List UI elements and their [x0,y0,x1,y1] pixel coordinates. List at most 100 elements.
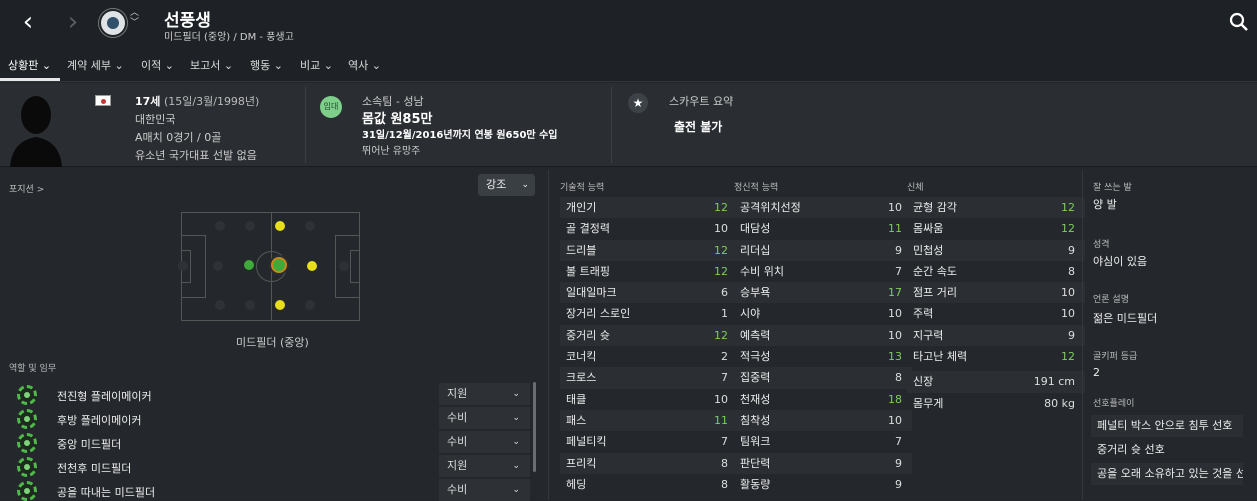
position-dot[interactable] [339,261,349,271]
physical-attr-row[interactable]: 지구력 9 [907,324,1085,347]
attr-name: 예측력 [740,328,771,342]
position-dot[interactable] [245,300,255,310]
attr-name: 일대일마크 [566,286,617,300]
technical-attr-row[interactable]: 일대일마크 6 [560,282,738,304]
player-subtitle[interactable]: 미드필더 (중앙) / DM - 풍생고 [164,28,294,43]
role-name[interactable]: 전천후 미드필더 [57,460,131,476]
attr-value: 8 [721,456,728,470]
duty-value: 지원 [447,459,468,472]
technical-attr-row[interactable]: 볼 트래핑 12 [560,261,738,282]
duty-select[interactable]: 수비 ⌄ [439,431,530,453]
technical-attributes: 개인기 12 골 결정력 10 드리블 12 볼 트래핑 12 일대일마크 6 장거리 스로인 1 중거… [560,197,738,495]
technical-attr-row[interactable]: 헤딩 8 [560,474,738,495]
technical-attr-row[interactable]: 페널티킥 7 [560,431,738,452]
mental-attr-row[interactable]: 공격위치선정 10 [734,197,912,219]
position-dot-natural[interactable] [275,300,285,310]
position-dot-accomplished[interactable] [244,260,254,270]
technical-attr-row[interactable]: 개인기 12 [560,197,738,219]
roles-scrollbar[interactable] [533,382,536,472]
technical-attr-row[interactable]: 태클 10 [560,389,738,410]
mental-attr-row[interactable]: 예측력 10 [734,324,912,347]
highlight-dropdown[interactable]: 강조 ⌄ [478,174,535,196]
korea-flag-icon [95,95,111,106]
role-name[interactable]: 후방 플레이메이커 [57,412,141,428]
position-dot-natural[interactable] [275,221,285,231]
scout-title[interactable]: 스카우트 요약 [669,93,733,109]
mental-attr-row[interactable]: 활동량 9 [734,474,912,495]
position-dot[interactable] [215,300,225,310]
physical-attr-row[interactable]: 주력 10 [907,303,1085,324]
forward-icon[interactable]: › [61,8,85,38]
position-dot[interactable] [305,300,315,310]
attr-value: 8 [721,477,728,491]
preferred-move[interactable]: 페널티 박스 안으로 침투 선호 [1091,415,1243,437]
position-dot-selected[interactable] [271,257,287,273]
mental-attr-row[interactable]: 천재성 18 [734,389,912,410]
role-name[interactable]: 전진형 플레이메이커 [57,388,152,404]
physical-attr-row[interactable]: 민첩성 9 [907,239,1085,261]
physical-attr-row[interactable]: 순간 속도 8 [907,261,1085,282]
attr-name: 패스 [566,413,587,427]
duty-select[interactable]: 수비 ⌄ [439,407,530,429]
mental-attributes: 공격위치선정 10 대담성 11 리더십 9 수비 위치 7 승부욕 17 시야 10 예측력 10 적극성… [734,197,912,495]
role-icon [17,409,37,429]
physical-attr-row[interactable]: 점프 거리 10 [907,282,1085,304]
mental-attr-row[interactable]: 적극성 13 [734,346,912,367]
mental-attr-row[interactable]: 리더십 9 [734,239,912,261]
physical-attr-row[interactable]: 균형 감각 12 [907,197,1085,219]
position-dot[interactable] [178,261,188,271]
mental-attr-row[interactable]: 수비 위치 7 [734,261,912,282]
club-logo[interactable] [99,9,127,37]
position-dot[interactable] [215,221,225,231]
tab-compare[interactable]: 비교 ⌄ [300,57,333,73]
technical-attr-row[interactable]: 장거리 스로인 1 [560,303,738,324]
preferred-move[interactable]: 중거리 슛 선호 [1091,439,1243,461]
positions-label[interactable]: 포지션 > [9,182,44,195]
player-silhouette [10,96,62,167]
physical-attr-row[interactable]: 신장 191 cm [907,371,1085,393]
attr-name: 몸싸움 [913,222,944,236]
club-switch-icon[interactable]: ︿ ﹀ [130,8,139,28]
technical-attr-row[interactable]: 크로스 7 [560,367,738,389]
duty-value: 수비 [447,435,468,448]
tab-history[interactable]: 역사 ⌄ [348,57,381,73]
preferred-move[interactable]: 공을 오래 소유하고 있는 것을 선호 [1091,463,1243,485]
media-label: 언론 설명 [1093,295,1129,305]
player-nation[interactable]: 대한민국 [135,111,175,127]
technical-attr-row[interactable]: 중거리 슛 12 [560,324,738,347]
position-dot[interactable] [305,221,315,231]
mental-attr-row[interactable]: 팀워크 7 [734,431,912,452]
mental-attr-row[interactable]: 침착성 10 [734,409,912,432]
duty-select[interactable]: 지원 ⌄ [439,383,530,405]
technical-attr-row[interactable]: 패스 11 [560,409,738,432]
technical-attr-row[interactable]: 골 결정력 10 [560,218,738,239]
position-dot-natural[interactable] [307,261,317,271]
tab-transfer[interactable]: 이적 ⌄ [141,57,174,73]
search-icon[interactable] [1229,12,1249,32]
position-dot[interactable] [245,221,255,231]
duty-select[interactable]: 수비 ⌄ [439,479,530,501]
role-name[interactable]: 중앙 미드필더 [57,436,121,452]
tab-reports[interactable]: 보고서 ⌄ [190,57,233,73]
technical-attr-row[interactable]: 프리킥 8 [560,452,738,474]
physical-attr-row[interactable]: 타고난 체력 12 [907,346,1085,367]
mental-attr-row[interactable]: 시야 10 [734,303,912,324]
roles-title: 역할 및 임무 [9,364,57,374]
back-icon[interactable]: ‹ [16,8,40,38]
technical-attr-row[interactable]: 코너킥 2 [560,346,738,367]
mental-attr-row[interactable]: 판단력 9 [734,452,912,474]
club-label[interactable]: 소속팀 - 성남 [362,93,424,109]
mental-attr-row[interactable]: 집중력 8 [734,367,912,389]
tab-contract[interactable]: 계약 세부 ⌄ [67,57,124,73]
position-dot[interactable] [213,261,223,271]
duty-select[interactable]: 지원 ⌄ [439,455,530,477]
physical-attr-row[interactable]: 몸무게 80 kg [907,393,1085,414]
mental-attr-row[interactable]: 승부욕 17 [734,282,912,304]
technical-attr-row[interactable]: 드리블 12 [560,239,738,261]
mental-attr-row[interactable]: 대담성 11 [734,218,912,239]
role-name[interactable]: 공을 따내는 미드필더 [57,484,155,500]
chevron-down-icon: ⌄ [521,180,529,190]
tab-actions[interactable]: 행동 ⌄ [250,57,283,73]
physical-attr-row[interactable]: 몸싸움 12 [907,218,1085,239]
tab-overview[interactable]: 상황판 ⌄ [8,57,51,73]
